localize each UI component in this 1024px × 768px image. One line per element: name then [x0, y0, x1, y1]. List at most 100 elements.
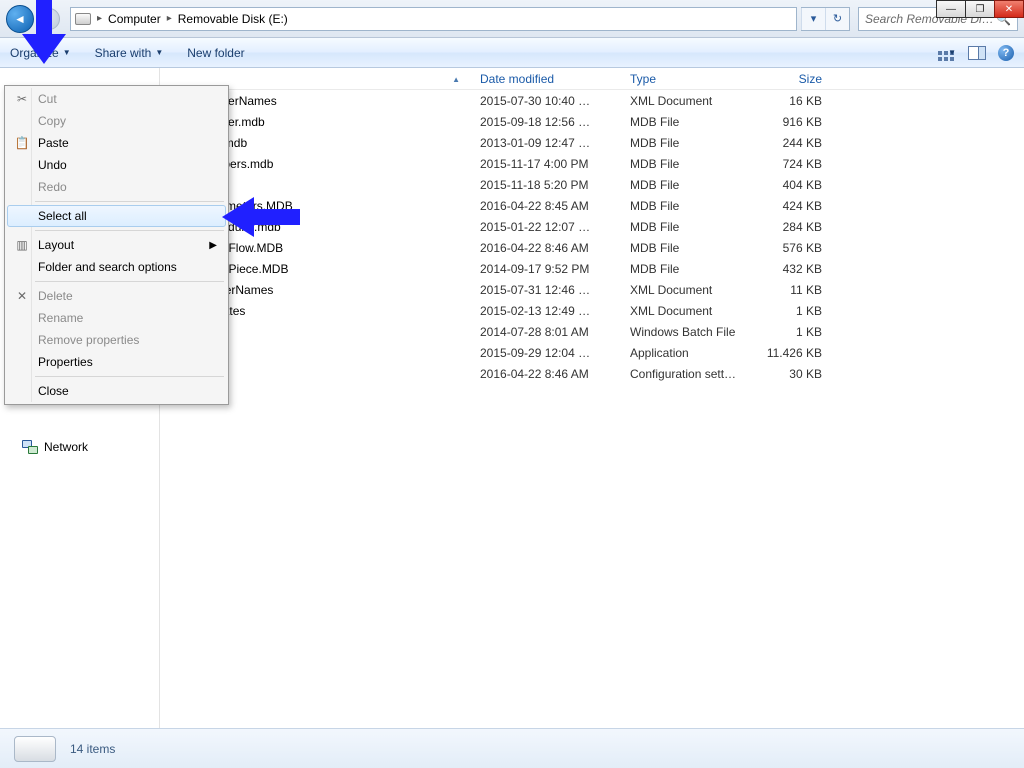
file-type: MDB File: [630, 115, 750, 129]
file-date: 2013-01-09 12:47 …: [480, 136, 630, 150]
file-type: MDB File: [630, 220, 750, 234]
annotation-arrow-organize: [22, 0, 66, 64]
file-date: 2015-11-18 5:20 PM: [480, 178, 630, 192]
file-type: MDB File: [630, 157, 750, 171]
file-date: 2014-07-28 8:01 AM: [480, 325, 630, 339]
crumb-separator: ▸: [97, 13, 102, 24]
menu-layout[interactable]: ▥Layout▶: [7, 234, 226, 256]
file-size: 16 KB: [750, 94, 830, 108]
file-size: 284 KB: [750, 220, 830, 234]
crumb-computer[interactable]: Computer: [108, 12, 161, 26]
file-type: MDB File: [630, 241, 750, 255]
file-row[interactable]: ob Grippers.mdb2015-11-17 4:00 PMMDB Fil…: [180, 153, 1024, 174]
file-size: 916 KB: [750, 115, 830, 129]
file-row[interactable]: e.mdb2015-11-18 5:20 PMMDB File404 KB: [180, 174, 1024, 195]
drive-icon: [75, 13, 91, 25]
layout-icon: ▥: [14, 237, 30, 253]
file-type: XML Document: [630, 94, 750, 108]
preview-pane-button[interactable]: [968, 46, 986, 60]
file-row[interactable]: ob WorkFlow.MDB2016-04-22 8:46 AMMDB Fil…: [180, 237, 1024, 258]
menu-redo[interactable]: Redo: [7, 176, 226, 198]
file-row[interactable]: ob Caliber.mdb2015-09-18 12:56 …MDB File…: [180, 111, 1024, 132]
file-row[interactable]: t_RegisterNames2015-07-30 10:40 …XML Doc…: [180, 90, 1024, 111]
menu-rename[interactable]: Rename: [7, 307, 226, 329]
file-row[interactable]: eTemplates2015-02-13 12:49 …XML Document…: [180, 300, 1024, 321]
sort-ascending-icon: ▲: [452, 75, 460, 84]
column-size[interactable]: Size: [750, 72, 830, 86]
sidebar-item-network[interactable]: Network: [4, 436, 155, 458]
network-icon: [22, 440, 38, 454]
sidebar-item-label: Network: [44, 440, 88, 454]
new-folder-button[interactable]: New folder: [187, 46, 244, 60]
column-type[interactable]: Type: [630, 72, 750, 86]
view-options-button[interactable]: ▼: [938, 48, 956, 57]
file-date: 2015-07-31 12:46 …: [480, 283, 630, 297]
address-tools: ▾ ↻: [801, 7, 850, 31]
annotation-arrow-select-all: [222, 197, 300, 237]
menu-remove-properties[interactable]: Remove properties: [7, 329, 226, 351]
menu-delete[interactable]: ✕Delete: [7, 285, 226, 307]
drive-icon: [14, 736, 56, 762]
file-row[interactable]: ob Env.mdb2013-01-09 12:47 …MDB File244 …: [180, 132, 1024, 153]
file-row[interactable]: assist2014-07-28 8:01 AMWindows Batch Fi…: [180, 321, 1024, 342]
submenu-arrow-icon: ▶: [209, 240, 217, 251]
menu-cut[interactable]: ✂Cut: [7, 88, 226, 110]
scissors-icon: ✂: [14, 91, 30, 107]
file-date: 2016-04-22 8:46 AM: [480, 367, 630, 381]
menu-paste[interactable]: 📋Paste: [7, 132, 226, 154]
file-size: 11.426 KB: [750, 346, 830, 360]
file-type: MDB File: [630, 199, 750, 213]
dropdown-icon: ▼: [948, 48, 956, 57]
file-row[interactable]: ob Parameters.MDB2016-04-22 8:45 AMMDB F…: [180, 195, 1024, 216]
menu-undo[interactable]: Undo: [7, 154, 226, 176]
menu-folder-options[interactable]: Folder and search options: [7, 256, 226, 278]
file-row[interactable]: ob WorkPiece.MDB2014-09-17 9:52 PMMDB Fi…: [180, 258, 1024, 279]
minimize-button[interactable]: —: [936, 0, 966, 18]
file-type: XML Document: [630, 304, 750, 318]
file-date: 2015-09-29 12:04 …: [480, 346, 630, 360]
file-date: 2014-09-17 9:52 PM: [480, 262, 630, 276]
status-bar: 14 items: [0, 728, 1024, 768]
file-row[interactable]: assist2016-04-22 8:46 AMConfiguration se…: [180, 363, 1024, 384]
file-row[interactable]: ob Scheduler.mdb2015-01-22 12:07 …MDB Fi…: [180, 216, 1024, 237]
file-date: 2015-09-18 12:56 …: [480, 115, 630, 129]
menu-close[interactable]: Close: [7, 380, 226, 402]
menu-select-all[interactable]: Select all: [7, 205, 226, 227]
maximize-button[interactable]: ❐: [965, 0, 995, 18]
window-controls: — ❐ ✕: [937, 0, 1024, 18]
help-button[interactable]: ?: [998, 45, 1014, 61]
file-type: Application: [630, 346, 750, 360]
file-size: 576 KB: [750, 241, 830, 255]
address-dropdown-button[interactable]: ▾: [801, 8, 825, 30]
status-text: 14 items: [70, 742, 115, 756]
toolbar: Organize▼ Share with▼ New folder ▼ ?: [0, 38, 1024, 68]
column-headers: ▲ Date modified Type Size: [180, 68, 1024, 90]
clipboard-icon: 📋: [14, 135, 30, 151]
file-type: XML Document: [630, 283, 750, 297]
refresh-button[interactable]: ↻: [825, 8, 849, 30]
dropdown-icon: ▼: [155, 48, 163, 57]
file-row[interactable]: _RegisterNames2015-07-31 12:46 …XML Docu…: [180, 279, 1024, 300]
column-date[interactable]: Date modified: [480, 72, 630, 86]
file-date: 2015-01-22 12:07 …: [480, 220, 630, 234]
crumb-drive[interactable]: Removable Disk (E:): [178, 12, 288, 26]
file-type: MDB File: [630, 262, 750, 276]
share-with-button[interactable]: Share with▼: [95, 46, 164, 60]
file-type: Configuration sett…: [630, 367, 750, 381]
file-type: Windows Batch File: [630, 325, 750, 339]
file-size: 1 KB: [750, 325, 830, 339]
file-type: MDB File: [630, 136, 750, 150]
menu-properties[interactable]: Properties: [7, 351, 226, 373]
menu-copy[interactable]: Copy: [7, 110, 226, 132]
file-row[interactable]: assist2015-09-29 12:04 …Application11.42…: [180, 342, 1024, 363]
delete-icon: ✕: [14, 288, 30, 304]
file-size: 1 KB: [750, 304, 830, 318]
nav-bar: ◄ ► ▸ Computer ▸ Removable Disk (E:) ▾ ↻…: [0, 0, 1024, 38]
file-size: 30 KB: [750, 367, 830, 381]
file-size: 424 KB: [750, 199, 830, 213]
close-window-button[interactable]: ✕: [994, 0, 1024, 18]
file-size: 404 KB: [750, 178, 830, 192]
file-list: ▲ Date modified Type Size t_RegisterName…: [160, 68, 1024, 728]
address-bar[interactable]: ▸ Computer ▸ Removable Disk (E:): [70, 7, 797, 31]
grid-icon: [938, 51, 942, 55]
